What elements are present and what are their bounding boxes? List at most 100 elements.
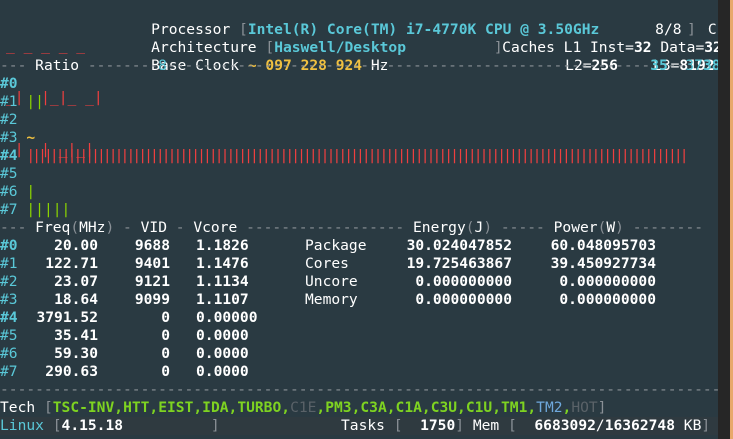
core-id: #4 <box>0 147 18 164</box>
ratio-mark-37: 37 <box>685 57 703 74</box>
core-frequency: 23.07 <box>54 273 98 290</box>
tech-flag: C1E <box>290 399 317 416</box>
tech-line: Tech [TSC-INV,HTT,EIST,IDA,TURBO,C1E,PM3… <box>0 399 607 416</box>
ratio-label: Ratio <box>35 57 80 74</box>
j-label: J <box>474 219 484 236</box>
energy-domain: Package <box>305 237 367 254</box>
core-vcore: 1.1476 <box>196 255 249 272</box>
power-label: Power <box>553 219 598 236</box>
tech-flag: TM1 <box>501 399 528 416</box>
core-id: #3 <box>0 129 18 146</box>
ratio-row: #6 | <box>0 183 35 201</box>
core-vid: 0 <box>161 327 170 344</box>
core-id: #3 <box>0 291 18 308</box>
energy-value: 30.024047852 <box>406 237 512 254</box>
freq-label: Freq <box>35 219 71 236</box>
core-id: #6 <box>0 183 18 200</box>
core-vcore: 1.1134 <box>196 273 249 290</box>
tech-label: Tech <box>0 399 36 416</box>
terminal-window[interactable]: _ _ _ _ _ _| |_|_ _| _| | _|_| Processor… <box>0 0 718 439</box>
core-vcore: 1.1107 <box>196 291 249 308</box>
ratio-bar: ||||||||||||||||||||||||||||||||||||||||… <box>26 147 688 164</box>
core-vid: 0 <box>161 345 170 362</box>
power-value: 0.000000000 <box>559 273 656 290</box>
tech-items: TSC-INV,HTT,EIST,IDA,TURBO,C1E,PM3,C3A,C… <box>52 399 598 416</box>
core-vcore: 0.0000 <box>196 363 249 380</box>
core-frequency: 18.64 <box>54 291 98 308</box>
ratio-mark-38: 38 <box>702 57 718 74</box>
core-vid: 9099 <box>134 291 170 308</box>
cpu-count-line: 8/8 CPU <box>620 3 718 38</box>
energy-value: 0.000000000 <box>415 273 512 290</box>
tech-flag: TURBO <box>237 399 282 416</box>
ratio-row: #4 |||||||||||||||||||||||||||||||||||||… <box>0 147 689 165</box>
core-id: #7 <box>0 201 18 218</box>
core-frequency: 290.63 <box>45 363 98 380</box>
core-id: #0 <box>0 237 18 254</box>
core-frequency: 35.41 <box>54 327 98 344</box>
core-id: #4 <box>0 309 18 326</box>
core-frequency: 59.30 <box>54 345 98 362</box>
core-vcore: 1.1826 <box>196 237 249 254</box>
energy-domain: Cores <box>305 255 349 272</box>
energy-value: 19.725463867 <box>406 255 512 272</box>
w-label: W <box>606 219 616 236</box>
core-id: #5 <box>0 165 18 182</box>
table-header: --- Freq(MHz) - VID - Vcore ------------… <box>0 219 704 236</box>
kernel-version: 4.15.18 <box>61 417 124 434</box>
ratio-row: #2 <box>0 111 26 129</box>
core-id: #6 <box>0 345 18 362</box>
ratio-header: --- Ratio --------8---------------------… <box>0 57 718 75</box>
core-vcore: 0.0000 <box>196 345 249 362</box>
energy-label: Energy <box>413 219 466 236</box>
power-value: 0.000000000 <box>559 291 656 308</box>
ratio-bar: ||||| <box>26 201 71 218</box>
mem-label: Mem <box>472 417 500 434</box>
core-id: #0 <box>0 75 18 92</box>
core-vid: 0 <box>161 309 170 326</box>
l2-l3-line: L2=256 L3=8192 KB <box>530 39 718 74</box>
tasks-label: Tasks <box>341 417 385 434</box>
processor-line: Processor [Intel(R) Core(TM) i7-4770K CP… <box>151 21 696 38</box>
ratio-row: #3 ~ <box>0 129 35 147</box>
tech-flag: PM3 <box>325 399 352 416</box>
logo-line-1: _ _ _ _ _ <box>6 37 86 54</box>
ratio-tilde: ~ <box>26 129 36 146</box>
ratio-row: #0 <box>0 75 26 93</box>
tasks-mem: Tasks [ 1750] Mem [ 6683092/16362748 KB] <box>341 417 711 434</box>
core-frequency: 3791.52 <box>36 309 98 326</box>
core-id: #7 <box>0 363 18 380</box>
core-id: #2 <box>0 273 18 290</box>
ratio-mark-35: 35 <box>650 57 668 74</box>
scrollbar[interactable] <box>718 0 733 439</box>
core-id: #1 <box>0 93 18 110</box>
core-vid: 9688 <box>134 237 170 254</box>
core-vid: 9121 <box>134 273 170 290</box>
core-id: #5 <box>0 327 18 344</box>
ratio-row: #7 ||||| <box>0 201 70 219</box>
core-vid: 9401 <box>134 255 170 272</box>
tech-flag: HOT <box>571 399 598 416</box>
tech-flag: HTT <box>123 399 150 416</box>
ratio-row: #1 || <box>0 93 44 111</box>
bottom-separator: ----------------------------------------… <box>0 381 718 398</box>
tech-flag: TSC-INV <box>52 399 115 416</box>
vcore-label: Vcore <box>193 219 238 236</box>
architecture-line: Architecture [Haswell/Desktop ] <box>151 39 503 56</box>
core-vcore: 0.00000 <box>196 309 258 326</box>
base-clock-line: Base Clock ~ 097 228 924 Hz <box>116 39 388 74</box>
core-vcore: 0.0000 <box>196 327 249 344</box>
power-value: 39.450927734 <box>550 255 656 272</box>
energy-domain: Memory <box>305 291 358 308</box>
tech-flag: C1A <box>395 399 422 416</box>
energy-domain: Uncore <box>305 273 358 290</box>
mem-used: 6683092 <box>534 417 596 434</box>
tasks-count: 1750 <box>420 417 456 434</box>
ratio-row: #5 <box>0 165 26 183</box>
core-frequency: 122.71 <box>45 255 98 272</box>
tech-flag: C1U <box>465 399 493 416</box>
core-id: #2 <box>0 111 18 128</box>
energy-value: 0.000000000 <box>415 291 512 308</box>
power-value: 60.048095703 <box>550 237 656 254</box>
core-vid: 0 <box>161 363 170 380</box>
